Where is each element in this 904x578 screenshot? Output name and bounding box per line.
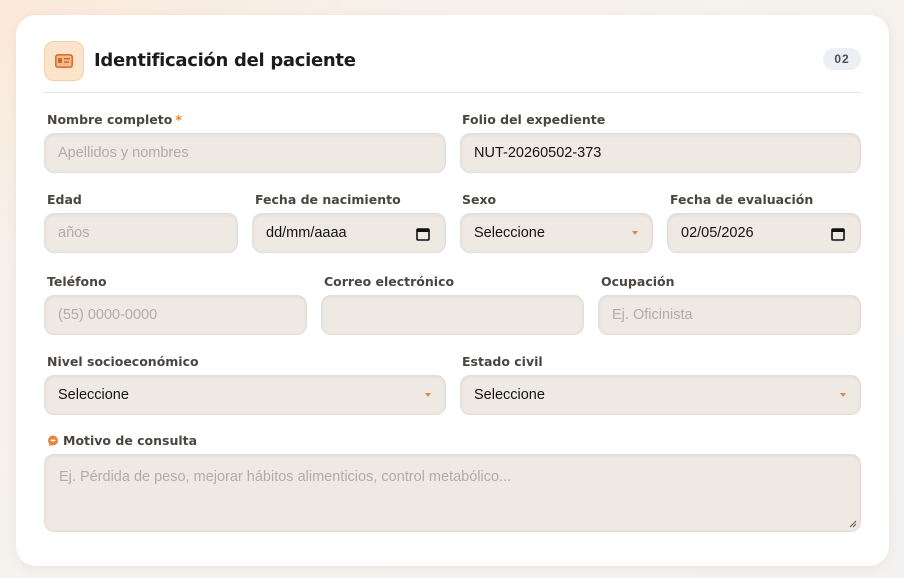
chevron-down-icon [840, 393, 846, 397]
fecha-nacimiento-input[interactable]: dd/mm/aaaa [252, 213, 446, 253]
fecha-nacimiento-value: dd/mm/aaaa [266, 225, 347, 241]
nombre-input[interactable]: Apellidos y nombres [44, 133, 446, 173]
motivo-label: Motivo de consulta [47, 433, 197, 448]
required-mark: * [175, 112, 182, 127]
nombre-placeholder: Apellidos y nombres [58, 145, 189, 161]
folio-input[interactable]: NUT-20260502-373 [460, 133, 861, 173]
chevron-down-icon [425, 393, 431, 397]
calendar-icon[interactable] [416, 227, 430, 241]
fecha-evaluacion-label: Fecha de evaluación [670, 192, 814, 207]
estado-civil-value: Seleccione [474, 387, 545, 403]
edad-placeholder: años [58, 225, 90, 241]
edad-input[interactable]: años [44, 213, 238, 253]
correo-label: Correo electrónico [324, 274, 455, 289]
chat-bubble-icon [48, 435, 58, 446]
ocupacion-label: Ocupación [601, 274, 675, 289]
calendar-icon[interactable] [831, 227, 845, 241]
ocupacion-placeholder: Ej. Oficinista [612, 307, 693, 323]
fecha-evaluacion-input[interactable]: 02/05/2026 [667, 213, 861, 253]
telefono-input[interactable]: (55) 0000-0000 [44, 295, 307, 335]
fecha-evaluacion-value: 02/05/2026 [681, 225, 754, 241]
fecha-nacimiento-label: Fecha de nacimiento [255, 192, 401, 207]
motivo-placeholder: Ej. Pérdida de peso, mejorar hábitos ali… [59, 469, 512, 485]
section-header: Identificación del paciente 02 [44, 41, 861, 93]
telefono-placeholder: (55) 0000-0000 [58, 307, 158, 323]
edad-label: Edad [47, 192, 82, 207]
sexo-value: Seleccione [474, 225, 545, 241]
sexo-select[interactable]: Seleccione [460, 213, 653, 253]
nivel-socioeconomico-value: Seleccione [58, 387, 129, 403]
correo-input[interactable] [321, 295, 584, 335]
telefono-label: Teléfono [47, 274, 107, 289]
header-divider [44, 92, 861, 93]
resize-handle-icon[interactable] [849, 520, 857, 528]
patient-identification-card: Identificación del paciente 02 Nombre co… [16, 15, 889, 566]
sexo-label: Sexo [462, 192, 497, 207]
step-badge: 02 [823, 48, 861, 70]
motivo-textarea[interactable]: Ej. Pérdida de peso, mejorar hábitos ali… [44, 454, 861, 532]
estado-civil-label: Estado civil [462, 354, 543, 369]
nivel-socioeconomico-select[interactable]: Seleccione [44, 375, 446, 415]
folio-value: NUT-20260502-373 [474, 145, 602, 161]
nivel-socioeconomico-label: Nivel socioeconómico [47, 354, 199, 369]
ocupacion-input[interactable]: Ej. Oficinista [598, 295, 861, 335]
chevron-down-icon [632, 231, 638, 235]
id-card-icon [44, 41, 84, 81]
estado-civil-select[interactable]: Seleccione [460, 375, 861, 415]
folio-label: Folio del expediente [462, 112, 606, 127]
section-title: Identificación del paciente [94, 50, 356, 71]
nombre-label: Nombre completo * [47, 112, 182, 127]
